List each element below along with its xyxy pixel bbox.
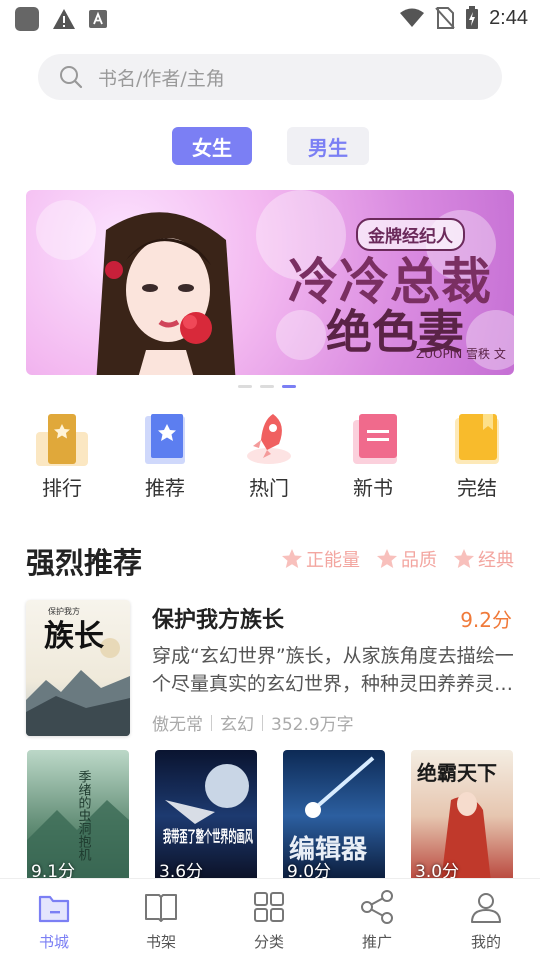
cover-subtitle: 保护我方 — [48, 606, 80, 616]
status-bar: 2:44 — [0, 0, 540, 36]
app-square-icon — [15, 7, 39, 31]
carousel-dot-active — [282, 385, 296, 388]
clock: 2:44 — [489, 6, 528, 29]
search-icon — [60, 66, 83, 89]
section-title: 强烈推荐 — [26, 546, 143, 580]
nav-profile[interactable]: 我的 — [446, 889, 526, 952]
nav-promote[interactable]: 推广 — [337, 889, 417, 952]
share-icon — [361, 890, 393, 924]
nav-bookshelf[interactable]: 书架 — [121, 889, 201, 952]
nav-category[interactable]: 分类 — [229, 889, 309, 952]
bookshelf-icon — [145, 894, 177, 922]
cover-title: 绝霸天下 — [417, 761, 497, 785]
banner-woman-illustration — [96, 212, 236, 375]
recommend-icon — [145, 414, 185, 464]
divider — [262, 714, 263, 731]
nav-label: 我的 — [470, 933, 501, 951]
star-icon — [377, 549, 397, 568]
featured-book-description: 穿成“玄幻世界”族长，从家族角度去描绘一个尽量真实的玄幻世界，种种灵田养养灵… — [152, 645, 514, 695]
star-icon — [282, 549, 302, 568]
divider — [211, 714, 212, 731]
carousel-dot — [238, 385, 252, 388]
category-hot[interactable]: 热门 — [229, 410, 309, 501]
banner-author: ZUOPIN 雪秩 文 — [416, 347, 506, 361]
category-grid-icon — [254, 892, 284, 922]
category-label: 热门 — [249, 476, 289, 500]
category-ranking[interactable]: 排行 — [22, 410, 102, 501]
tab-female[interactable]: 女生 — [172, 127, 252, 165]
section-tag-label: 正能量 — [306, 550, 360, 571]
book-card[interactable]: 编辑器 9.0分 — [283, 750, 385, 882]
no-sim-icon — [435, 7, 455, 29]
category-new-book[interactable]: 新书 — [333, 410, 413, 501]
cover-title: 季绪的虫洞抱机 — [76, 770, 92, 862]
category-shortcuts: 排行 推荐 热门 新书 完结 — [0, 410, 540, 510]
category-label: 完结 — [457, 476, 497, 500]
wifi-icon — [400, 8, 425, 27]
bookstore-icon — [38, 895, 70, 923]
category-label: 推荐 — [145, 476, 185, 500]
nav-label: 分类 — [253, 933, 284, 951]
ranking-icon — [36, 414, 88, 466]
category-finished[interactable]: 完结 — [437, 410, 517, 501]
tab-male[interactable]: 男生 — [287, 127, 369, 165]
bottom-nav: 书城 书架 分类 推广 我的 — [0, 878, 540, 960]
carousel-indicator — [238, 385, 296, 388]
nav-bookstore[interactable]: 书城 — [14, 889, 94, 952]
battery-charging-icon — [466, 6, 479, 29]
banner-carousel[interactable]: 金牌经纪人 冷冷总裁 绝色妻 ZUOPIN 雪秩 文 — [26, 190, 514, 375]
section-tag[interactable]: 正能量 — [281, 546, 360, 572]
book-word-count: 352.9万字 — [271, 715, 354, 735]
search-placeholder: 书名/作者/主角 — [98, 67, 225, 90]
book-card[interactable]: 绝霸天下 3.0分 — [411, 750, 513, 882]
cover-art: 保护我方 族长 — [26, 606, 130, 736]
book-genre: 玄幻 — [220, 715, 254, 735]
book-author: 傲无常 — [152, 715, 203, 735]
section-tags: 正能量 品质 经典 — [281, 546, 514, 572]
featured-book-score: 9.2分 — [460, 608, 512, 632]
search-bar[interactable]: 书名/作者/主角 — [38, 54, 502, 100]
cover-title: 族长 — [44, 619, 104, 654]
star-icon — [454, 549, 474, 568]
carousel-dot — [260, 385, 274, 388]
featured-book-title[interactable]: 保护我方族长 — [152, 602, 284, 634]
finished-icon — [455, 414, 499, 464]
nav-label: 书架 — [145, 933, 176, 951]
section-tag-label: 经典 — [478, 550, 514, 571]
category-label: 新书 — [353, 476, 393, 500]
nav-label: 推广 — [361, 933, 392, 951]
rocket-icon — [247, 414, 291, 464]
section-tag[interactable]: 经典 — [453, 546, 514, 572]
cover-title: 我带歪了整个世界的画风 — [163, 827, 253, 846]
book-card[interactable]: 我带歪了整个世界的画风 3.6分 — [155, 750, 257, 882]
new-book-icon — [353, 414, 397, 464]
nav-label: 书城 — [38, 933, 69, 951]
profile-icon — [471, 893, 501, 923]
section-tag[interactable]: 品质 — [376, 546, 437, 572]
category-recommend[interactable]: 推荐 — [125, 410, 205, 501]
featured-book-meta: 傲无常 玄幻 352.9万字 — [152, 710, 354, 735]
section-tag-label: 品质 — [401, 550, 437, 571]
warning-icon — [53, 9, 75, 29]
featured-book-cover[interactable]: 保护我方 族长 — [26, 600, 130, 736]
category-label: 排行 — [42, 476, 82, 500]
book-card[interactable]: 季绪的虫洞抱机 9.1分 — [27, 750, 129, 882]
font-a-icon — [89, 10, 107, 28]
